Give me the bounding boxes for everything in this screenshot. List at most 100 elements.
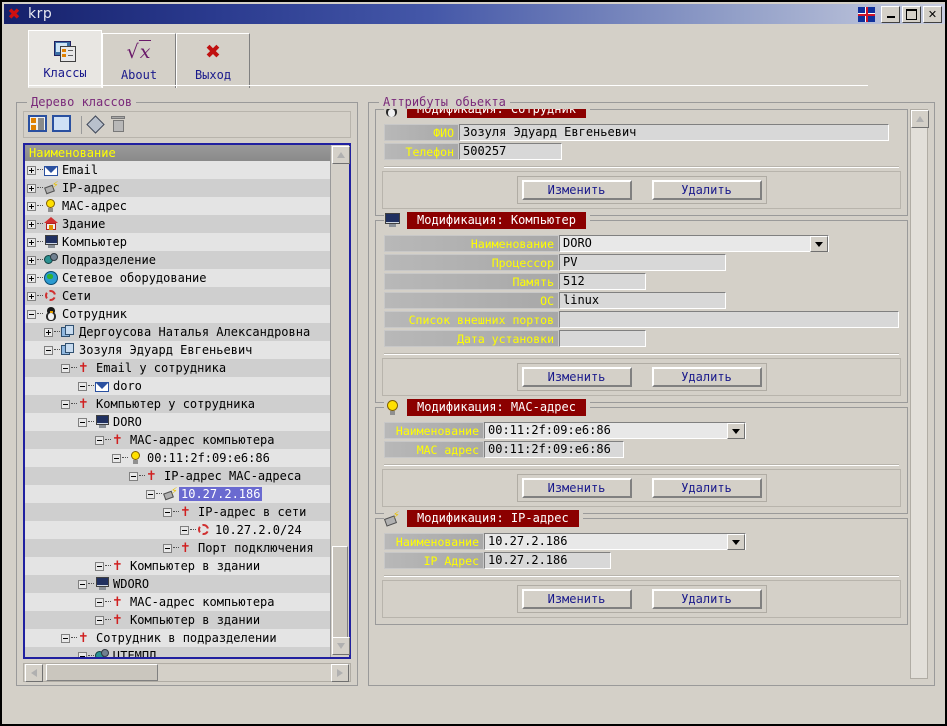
scroll-right-button[interactable] [331, 664, 349, 682]
chevron-down-icon[interactable] [727, 534, 745, 550]
tree-row[interactable]: 00:11:2f:09:e6:86 [25, 449, 331, 467]
tree-row[interactable]: ✝Порт подключения [25, 539, 331, 557]
collapse-node-icon[interactable] [129, 472, 138, 481]
class-tree[interactable]: Наименование Email⚡IP-адресMAC-адресЗдан… [23, 143, 351, 659]
tree-row[interactable]: Здание [25, 215, 331, 233]
tree-scroll-thumb[interactable] [332, 546, 348, 648]
delete-button[interactable]: Удалить [652, 180, 762, 200]
window-menu-icon[interactable]: ✖ [4, 4, 24, 24]
scroll-down-button[interactable] [332, 637, 350, 655]
expand-node-icon[interactable] [27, 274, 36, 283]
field-combobox[interactable]: 10.27.2.186 [484, 533, 746, 550]
maximize-button[interactable] [902, 6, 921, 23]
edit-button[interactable]: Изменить [522, 478, 632, 498]
tree-row[interactable]: ✝MAC-адрес компьютера [25, 431, 331, 449]
field-value[interactable]: DORO [559, 235, 829, 252]
collapse-node-icon[interactable] [78, 382, 87, 391]
field-input[interactable]: 512 [559, 273, 646, 290]
tree-row[interactable]: ✝IP-адрес в сети [25, 503, 331, 521]
chevron-down-icon[interactable] [727, 423, 745, 439]
minimize-button[interactable] [881, 6, 900, 23]
close-button[interactable]: ✕ [923, 6, 942, 23]
scroll-left-button[interactable] [25, 664, 43, 682]
expand-node-icon[interactable] [44, 328, 53, 337]
tree-row[interactable]: ✝Сотрудник в подразделении [25, 629, 331, 647]
field-combobox[interactable]: 00:11:2f:09:e6:86 [484, 422, 746, 439]
collapse-node-icon[interactable] [180, 526, 189, 535]
tree-row[interactable]: ✝Компьютер у сотрудника [25, 395, 331, 413]
collapse-node-icon[interactable] [95, 616, 104, 625]
expand-node-icon[interactable] [27, 184, 36, 193]
diamond-icon[interactable] [87, 115, 108, 134]
collapse-node-icon[interactable] [61, 400, 70, 409]
field-input[interactable] [559, 330, 646, 347]
field-input[interactable] [559, 311, 899, 328]
tree-row[interactable]: Email [25, 161, 331, 179]
field-input[interactable]: 500257 [459, 143, 562, 160]
collapse-node-icon[interactable] [95, 562, 104, 571]
tree-row[interactable]: Компьютер [25, 233, 331, 251]
collapse-node-icon[interactable] [112, 454, 121, 463]
collapse-node-icon[interactable] [44, 346, 53, 355]
expand-node-icon[interactable] [27, 238, 36, 247]
collapse-icon[interactable] [52, 115, 73, 134]
collapse-node-icon[interactable] [78, 418, 87, 427]
field-input[interactable]: Зозуля Эдуард Евгеньевич [459, 124, 889, 141]
collapse-node-icon[interactable] [163, 544, 172, 553]
tree-row[interactable]: WDORO [25, 575, 331, 593]
collapse-node-icon[interactable] [146, 490, 155, 499]
delete-button[interactable]: Удалить [652, 589, 762, 609]
field-input[interactable]: linux [559, 292, 726, 309]
field-combobox[interactable]: DORO [559, 235, 829, 252]
tree-row[interactable]: ✝Компьютер в здании [25, 557, 331, 575]
scroll-up-button[interactable] [332, 146, 350, 164]
tree-row[interactable]: ⚡IP-адрес [25, 179, 331, 197]
tree-row[interactable]: ✝IP-адрес MAC-адреса [25, 467, 331, 485]
field-input[interactable]: PV [559, 254, 726, 271]
tree-row[interactable]: ✝Компьютер в здании [25, 611, 331, 629]
tree-row[interactable]: 10.27.2.0/24 [25, 521, 331, 539]
field-value[interactable]: 10.27.2.186 [484, 533, 746, 550]
delete-button[interactable]: Удалить [652, 478, 762, 498]
collapse-node-icon[interactable] [95, 436, 104, 445]
edit-button[interactable]: Изменить [522, 180, 632, 200]
attributes-vertical-scrollbar[interactable] [910, 109, 928, 679]
tree-row[interactable]: Дергоусова Наталья Александровна [25, 323, 331, 341]
tree-row[interactable]: doro [25, 377, 331, 395]
collapse-node-icon[interactable] [163, 508, 172, 517]
tree-row[interactable]: Подразделение [25, 251, 331, 269]
tree-rows-container[interactable]: Email⚡IP-адресMAC-адресЗданиеКомпьютерПо… [25, 161, 331, 657]
expand-node-icon[interactable] [27, 202, 36, 211]
collapse-node-icon[interactable] [95, 598, 104, 607]
tab-classes[interactable]: Классы [28, 30, 102, 88]
tree-row[interactable]: Сети [25, 287, 331, 305]
tree-row[interactable]: Сотрудник [25, 305, 331, 323]
expand-node-icon[interactable] [27, 166, 36, 175]
trash-icon[interactable] [111, 115, 132, 134]
tree-row[interactable]: ЦТЕМПД [25, 647, 331, 657]
tab-about[interactable]: √x About [102, 33, 176, 88]
attr-scroll-up-button[interactable] [911, 110, 929, 128]
expand-node-icon[interactable] [27, 256, 36, 265]
collapse-node-icon[interactable] [61, 364, 70, 373]
collapse-node-icon[interactable] [78, 580, 87, 589]
collapse-node-icon[interactable] [61, 634, 70, 643]
field-input[interactable]: 00:11:2f:09:e6:86 [484, 441, 624, 458]
tree-row[interactable]: ⚡10.27.2.186 [25, 485, 331, 503]
tree-horizontal-scrollbar[interactable] [23, 663, 351, 682]
delete-button[interactable]: Удалить [652, 367, 762, 387]
tree-row[interactable]: ✝Email у сотрудника [25, 359, 331, 377]
field-input[interactable]: 10.27.2.186 [484, 552, 611, 569]
tree-row[interactable]: MAC-адрес [25, 197, 331, 215]
collapse-node-icon[interactable] [78, 652, 87, 658]
field-value[interactable]: 00:11:2f:09:e6:86 [484, 422, 746, 439]
tree-row[interactable]: Сетевое оборудование [25, 269, 331, 287]
hscroll-thumb[interactable] [46, 664, 158, 681]
tree-vertical-scrollbar[interactable] [330, 145, 349, 657]
expand-node-icon[interactable] [27, 292, 36, 301]
tree-row[interactable]: Зозуля Эдуард Евгеньевич [25, 341, 331, 359]
tree-row[interactable]: ✝MAC-адрес компьютера [25, 593, 331, 611]
tab-exit[interactable]: ✖ Выход [176, 33, 250, 88]
expand-icon[interactable] [28, 115, 49, 134]
language-flag-icon[interactable] [858, 7, 875, 22]
